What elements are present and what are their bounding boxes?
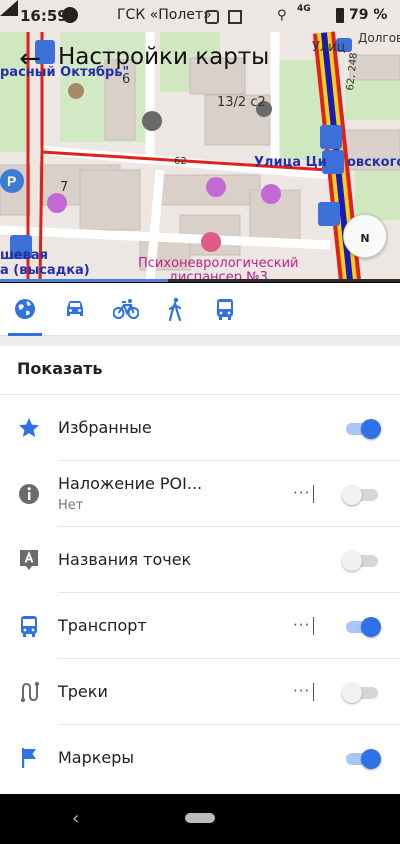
car-icon [67,301,83,316]
network-type: 4G [297,4,311,14]
system-nav-bar: ‹ [0,794,400,844]
favorites-toggle[interactable] [344,416,382,440]
signal-icon [0,0,18,16]
tab-car[interactable] [50,283,100,336]
row-tracks[interactable]: Треки ··· [0,659,400,725]
row-title: Маркеры [58,748,135,767]
point-name-icon [20,550,38,570]
star-icon [19,418,39,437]
settings-list: Показать Избранные Наложение POI... Нет … [0,346,400,794]
map-settings-header: ← Настройки карты [0,38,400,82]
info-icon [19,484,39,504]
back-button[interactable]: ← [12,42,48,78]
screenshot-icon [205,10,219,24]
row-markers[interactable]: Маркеры [0,725,400,791]
transport-toggle[interactable] [344,614,382,638]
row-title: Треки [58,682,108,701]
bus-icon [21,616,37,637]
bus-icon [217,299,233,320]
row-subtitle: Нет [58,498,84,513]
nav-back-button[interactable]: ‹ [72,808,79,829]
bicycle-icon [113,299,139,319]
app-notification-icon [62,7,78,23]
point-names-toggle[interactable] [342,548,382,572]
tracks-toggle[interactable] [342,680,382,704]
map-view[interactable]: P расный Октябрь" Улиц Долгов 6 13/2 с2 … [0,0,400,282]
page-title: Настройки карты [58,44,270,70]
row-point-names[interactable]: Названия точек [0,527,400,593]
poi-overlay-toggle[interactable] [342,482,382,506]
location-icon: ⚲ [277,8,287,23]
loading-progress [0,279,400,282]
map-street-label: Улица Ци [254,155,327,170]
divider [313,683,314,701]
globe-icon [15,299,35,319]
tab-pedestrian[interactable] [150,283,200,336]
pedestrian-icon [168,297,182,321]
map-route-number: 62 [174,156,187,167]
row-transport[interactable]: Транспорт ··· [0,593,400,659]
markers-toggle[interactable] [344,746,382,770]
arrow-left-icon: ← [19,44,41,74]
track-icon [20,681,40,703]
map-street-label: овского [347,155,400,170]
tab-public-transport[interactable] [200,283,250,336]
map-stop-label: шевая [0,248,48,263]
row-favorites[interactable]: Избранные [0,395,400,461]
network-name: ГСК «Полет» [117,7,212,23]
more-options-button[interactable]: ··· [293,682,310,700]
flag-icon [22,748,36,768]
battery-icon [336,8,344,23]
row-title: Наложение POI... [58,474,203,493]
profile-tabs [0,283,400,336]
battery-percent: 79 % [349,7,388,23]
row-title: Названия точек [58,550,192,569]
loading-progress-fill [0,279,168,282]
divider [313,617,314,635]
svg-text:P: P [7,173,16,189]
map-house-number: 13/2 с2 [217,95,266,110]
map-poi-label: Психоневрологический [138,256,299,271]
row-poi-overlay[interactable]: Наложение POI... Нет ··· [0,461,400,527]
nav-home-button[interactable] [185,813,215,823]
status-bar: 16:59 ГСК «Полет» ⚲ 4G 79 % [0,0,400,32]
compass-north-label: N [360,232,370,245]
map-stop-label: а (высадка) [0,263,90,278]
section-title: Показать [17,359,103,378]
compass-button[interactable]: N [343,214,387,258]
cast-icon [228,10,242,24]
map-house-number: 7 [60,180,69,195]
more-options-button[interactable]: ··· [293,484,310,502]
divider [313,485,314,503]
row-title: Избранные [58,418,152,437]
tab-browse-map[interactable] [0,283,50,336]
section-gap [0,336,400,346]
row-title: Транспорт [58,616,147,635]
more-options-button[interactable]: ··· [293,616,310,634]
status-time: 16:59 [20,7,68,25]
tab-bicycle[interactable] [100,283,150,336]
